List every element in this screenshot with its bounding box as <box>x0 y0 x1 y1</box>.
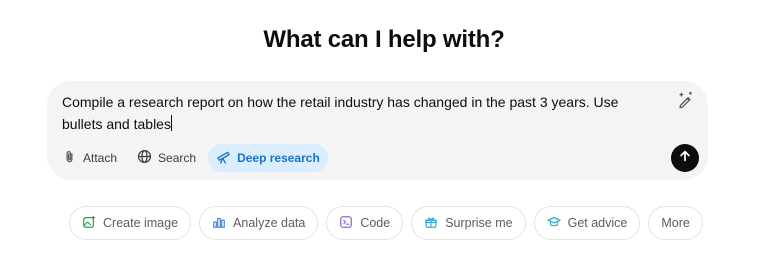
more-chip[interactable]: More <box>648 206 703 240</box>
prompt-text: Compile a research report on how the ret… <box>62 94 619 132</box>
deep-research-label: Deep research <box>237 151 320 165</box>
paperclip-icon <box>62 149 77 167</box>
telescope-icon <box>216 149 231 167</box>
deep-research-button[interactable]: Deep research <box>208 144 328 172</box>
attach-label: Attach <box>83 151 118 165</box>
surprise-me-chip[interactable]: Surprise me <box>411 206 526 240</box>
bar-chart-icon <box>212 215 226 232</box>
attach-button[interactable]: Attach <box>54 144 125 172</box>
search-button[interactable]: Search <box>129 144 204 172</box>
chip-label: Create image <box>103 216 179 230</box>
magic-edit-icon[interactable] <box>676 91 694 109</box>
text-caret <box>170 115 172 131</box>
arrow-up-icon <box>678 149 692 168</box>
chip-label: More <box>661 216 690 230</box>
gift-icon <box>424 215 438 232</box>
chip-label: Code <box>360 216 391 230</box>
chip-label: Analyze data <box>233 216 306 230</box>
suggestion-chips: Create image Analyze data Code Surprise … <box>69 205 711 241</box>
page-title: What can I help with? <box>263 26 505 53</box>
create-image-chip[interactable]: Create image <box>69 206 192 240</box>
image-icon <box>82 215 96 232</box>
globe-icon <box>137 149 152 167</box>
search-label: Search <box>158 151 197 165</box>
get-advice-chip[interactable]: Get advice <box>533 206 641 240</box>
chip-label: Surprise me <box>445 216 513 230</box>
send-button[interactable] <box>671 144 699 172</box>
code-icon <box>339 215 353 232</box>
prompt-input[interactable]: Compile a research report on how the ret… <box>62 91 662 135</box>
code-chip[interactable]: Code <box>326 206 404 240</box>
analyze-data-chip[interactable]: Analyze data <box>199 206 319 240</box>
chip-label: Get advice <box>567 216 628 230</box>
graduation-cap-icon <box>546 215 561 232</box>
prompt-composer[interactable]: Compile a research report on how the ret… <box>47 81 708 180</box>
